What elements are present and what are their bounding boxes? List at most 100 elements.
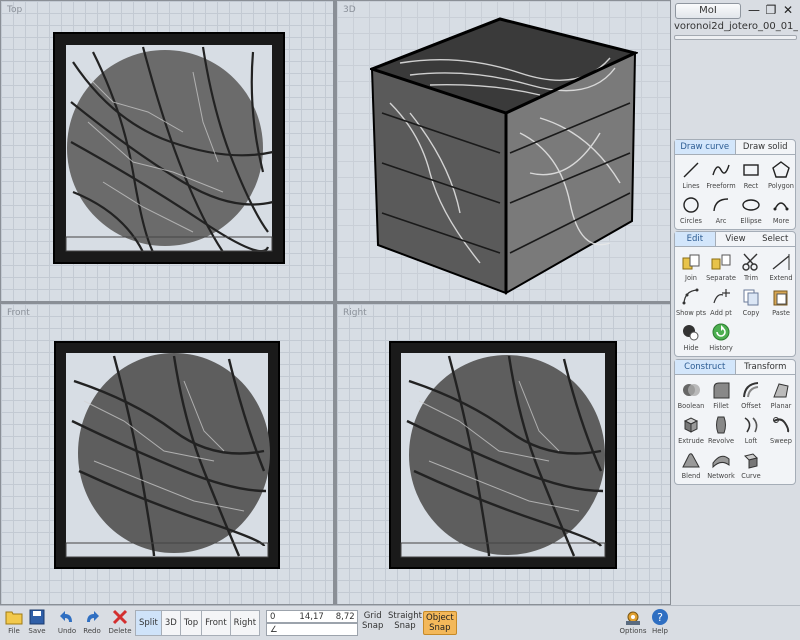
construct-palette: Construct Transform Boolean Fillet Offse… — [674, 359, 796, 485]
voronoi-cube-front-view[interactable] — [54, 341, 280, 569]
viewport-top[interactable]: Top — [1, 1, 333, 301]
loft-tool[interactable]: Loft — [736, 412, 766, 447]
viewport-front[interactable]: Front — [1, 304, 333, 604]
trim-tool[interactable]: Trim — [736, 249, 766, 284]
straight-snap-toggle[interactable]: Straight Snap — [388, 611, 422, 631]
close-icon[interactable]: ✕ — [781, 2, 795, 18]
undo-icon — [60, 611, 72, 622]
save-button[interactable]: Save — [24, 608, 50, 640]
circles-tool[interactable]: Circles — [676, 192, 706, 227]
planar-tool[interactable]: Planar — [766, 377, 796, 412]
window-controls: — ❐ ✕ — [747, 2, 795, 18]
curve-icon — [744, 453, 758, 469]
coord-x[interactable]: 0 — [267, 612, 278, 622]
arc-icon — [713, 198, 729, 212]
extrude-tool[interactable]: Extrude — [676, 412, 706, 447]
progress-bar — [674, 35, 797, 40]
options-button[interactable]: Options — [620, 608, 647, 640]
help-icon: ? — [652, 609, 668, 625]
loft-icon — [744, 417, 758, 433]
copy-icon — [743, 289, 759, 306]
grid-snap-toggle[interactable]: Grid Snap — [362, 611, 383, 631]
fillet-tool[interactable]: Fillet — [706, 377, 736, 412]
sweep-icon — [773, 417, 790, 433]
moi-app-button[interactable]: MoI — [675, 3, 741, 19]
hide-tool[interactable]: Hide — [676, 319, 706, 354]
sweep-tool[interactable]: Sweep — [766, 412, 796, 447]
boolean-icon — [683, 384, 700, 396]
polygon-tool[interactable]: Polygon — [766, 157, 796, 192]
voronoi-cube-3d-view[interactable] — [370, 13, 638, 295]
rect-tool[interactable]: Rect — [736, 157, 766, 192]
network-icon — [712, 455, 730, 469]
viewport-3d[interactable]: 3D — [337, 1, 670, 301]
revolve-icon — [716, 416, 726, 434]
extrude-icon — [683, 417, 699, 433]
tab-draw-curve[interactable]: Draw curve — [675, 140, 736, 154]
separate-tool[interactable]: Separate — [706, 249, 736, 284]
history-tool[interactable]: History — [706, 319, 736, 354]
add-point-tool[interactable]: Add pt — [706, 284, 736, 319]
coordinate-row-distance[interactable]: ∠ — [266, 623, 358, 636]
copy-tool[interactable]: Copy — [736, 284, 766, 319]
minimize-icon[interactable]: — — [747, 2, 761, 18]
tab-construct[interactable]: Construct — [675, 360, 736, 374]
viewport-area[interactable]: Top 3D Front Right — [0, 0, 671, 605]
blend-icon — [682, 453, 700, 468]
network-tool[interactable]: Network — [706, 447, 736, 482]
voronoi-cube-top-view[interactable] — [53, 32, 285, 264]
curve-tool[interactable]: Curve — [736, 447, 766, 482]
delete-button[interactable]: Delete — [107, 608, 133, 640]
more-tool[interactable]: More — [766, 192, 796, 227]
join-tool[interactable]: Join — [676, 249, 706, 284]
planar-icon — [773, 383, 789, 398]
viewport-label-front[interactable]: Front — [7, 308, 30, 318]
circle-icon — [683, 197, 699, 213]
tab-transform[interactable]: Transform — [736, 360, 796, 374]
undo-button[interactable]: Undo — [54, 608, 80, 640]
help-button[interactable]: ? Help — [647, 608, 673, 640]
blend-tool[interactable]: Blend — [676, 447, 706, 482]
fillet-icon — [713, 382, 730, 399]
freeform-tool[interactable]: Freeform — [706, 157, 736, 192]
history-icon — [712, 323, 730, 341]
lines-icon — [683, 162, 699, 178]
redo-button[interactable]: Redo — [79, 608, 105, 640]
scissors-icon — [742, 253, 758, 271]
draw-palette: Draw curve Draw solid Lines Freeform Rec… — [674, 139, 796, 230]
more-icon — [773, 202, 789, 211]
hide-icon — [683, 325, 699, 341]
boolean-tool[interactable]: Boolean — [676, 377, 706, 412]
voronoi-cube-right-view[interactable] — [389, 341, 617, 569]
tab-draw-solid[interactable]: Draw solid — [736, 140, 796, 154]
object-snap-toggle[interactable]: Object Snap — [423, 611, 457, 635]
viewport-label-top[interactable]: Top — [7, 5, 22, 15]
extend-tool[interactable]: Extend — [766, 249, 796, 284]
tab-select[interactable]: Select — [755, 232, 795, 246]
offset-tool[interactable]: Offset — [736, 377, 766, 412]
coordinate-row-xyz[interactable]: 0 14,17 8,72 — [266, 610, 358, 623]
lines-tool[interactable]: Lines — [676, 157, 706, 192]
show-points-tool[interactable]: Show pts — [676, 284, 706, 319]
view-tab-split[interactable]: Split — [135, 610, 162, 636]
viewport-right[interactable]: Right — [337, 304, 670, 604]
coord-y[interactable]: 14,17 — [296, 612, 326, 622]
edit-palette: Edit View Select Join Separate Trim Exte… — [674, 231, 796, 357]
ellipse-tool[interactable]: Ellipse — [736, 192, 766, 227]
view-tab-3d[interactable]: 3D — [160, 610, 181, 636]
revolve-tool[interactable]: Revolve — [706, 412, 736, 447]
paste-tool[interactable]: Paste — [766, 284, 796, 319]
tab-view[interactable]: View — [716, 232, 756, 246]
viewport-label-right[interactable]: Right — [343, 308, 367, 318]
coordinate-input[interactable]: 0 14,17 8,72 ∠ — [266, 610, 358, 636]
rect-icon — [743, 164, 759, 176]
view-tab-front[interactable]: Front — [201, 610, 231, 636]
arc-tool[interactable]: Arc — [706, 192, 736, 227]
tab-edit[interactable]: Edit — [675, 232, 716, 246]
viewport-label-3d[interactable]: 3D — [343, 5, 356, 15]
view-tab-right[interactable]: Right — [229, 610, 261, 636]
save-icon — [29, 609, 45, 625]
restore-icon[interactable]: ❐ — [764, 2, 778, 18]
view-tab-top[interactable]: Top — [179, 610, 203, 636]
coord-z[interactable]: 8,72 — [333, 612, 358, 622]
